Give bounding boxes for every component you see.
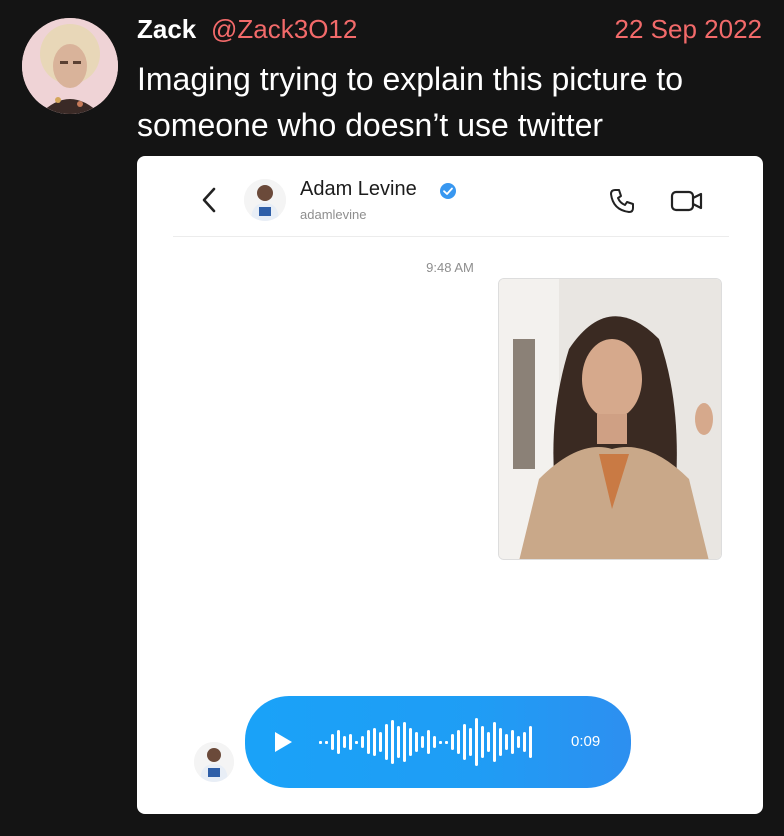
author-avatar[interactable] (22, 18, 118, 114)
contact-username: adamlevine (300, 207, 367, 222)
play-icon[interactable] (271, 729, 295, 755)
author-name[interactable]: Zack (137, 14, 196, 45)
verified-badge-icon (440, 183, 456, 199)
back-chevron-icon (202, 187, 216, 213)
voice-duration: 0:09 (571, 733, 601, 750)
sender-avatar (194, 742, 234, 782)
tweet-header: Zack @Zack3O12 22 Sep 2022 (137, 14, 762, 48)
author-avatar-image (22, 18, 118, 114)
tweet-date[interactable]: 22 Sep 2022 (615, 14, 762, 45)
voice-message-bubble[interactable]: 0:09 (245, 696, 631, 788)
phone-icon (610, 189, 634, 213)
message-timestamp: 9:48 AM (426, 260, 474, 275)
voice-waveform (319, 718, 532, 766)
contact-avatar-image (244, 179, 286, 221)
video-camera-icon (670, 190, 703, 212)
photo-message (498, 278, 722, 560)
media-card[interactable]: Adam Levine adamlevine 9:48 AM 0:09 (137, 156, 763, 814)
sender-avatar-image (194, 742, 234, 782)
header-divider (173, 236, 729, 237)
author-handle[interactable]: @Zack3O12 (211, 14, 357, 45)
tweet-text: Imaging trying to explain this picture t… (137, 61, 684, 143)
photo-image (499, 279, 721, 559)
contact-name: Adam Levine (300, 178, 417, 200)
contact-avatar (244, 179, 286, 221)
